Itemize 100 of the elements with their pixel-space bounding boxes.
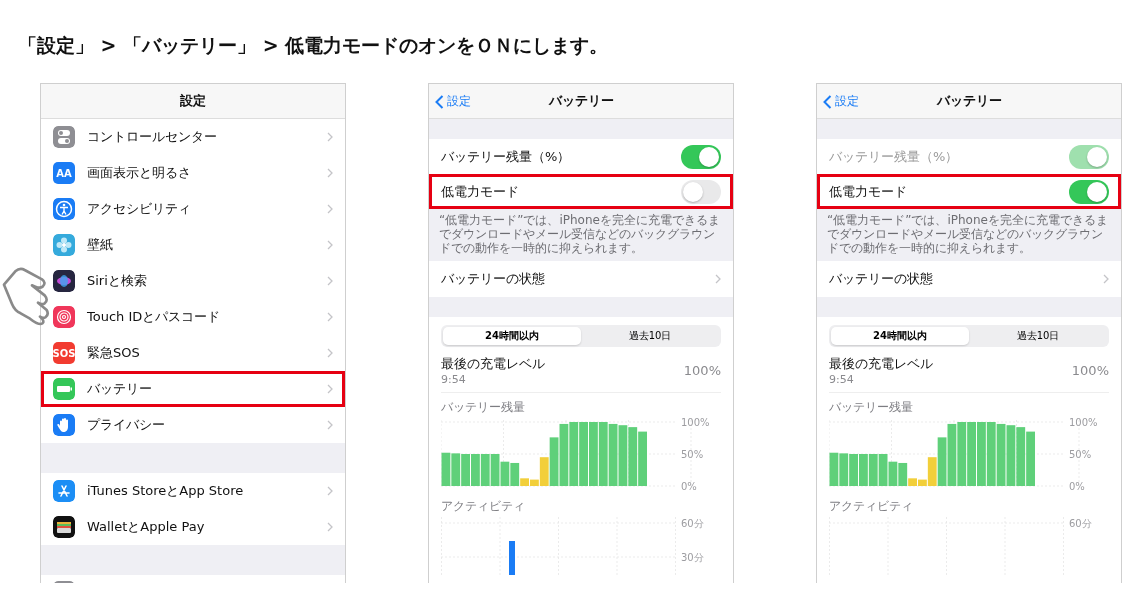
wallet-icon <box>53 516 75 538</box>
chart-bar <box>628 427 638 486</box>
chart-bar <box>878 454 888 486</box>
hand-icon <box>53 414 75 436</box>
settings-row[interactable]: アクセシビリティ <box>41 191 345 227</box>
chevron-icon <box>327 348 333 358</box>
instruction-heading: 「設定」 > 「バッテリー」 > 低電力モードのオンをＯＮにします。 <box>17 33 610 58</box>
back-chevron-icon <box>435 94 444 109</box>
chart-bar <box>1006 425 1016 486</box>
chart-bar <box>608 423 618 486</box>
chart-bar <box>490 454 500 486</box>
screen-title: 設定 <box>180 92 206 110</box>
charge-time: 9:54 <box>829 373 855 386</box>
chart-bar <box>638 431 647 486</box>
settings-row[interactable]: 壁紙 <box>41 227 345 263</box>
chart-bar <box>859 454 868 486</box>
charge-time: 9:54 <box>441 373 467 386</box>
chart-title: アクティビティ <box>829 498 914 515</box>
tick-label: 60分 <box>1069 517 1092 530</box>
toggle-switch[interactable] <box>1069 179 1109 204</box>
back-chevron-icon <box>823 94 832 109</box>
chart-bar <box>1026 431 1035 486</box>
segment-tab[interactable]: 24時間以内 <box>443 327 581 345</box>
footnote-text: “低電力モード”では、iPhoneを完全に充電できるまでダウンロードやメール受信などのバックグラウンドでの動作を一時的に抑えられます。 <box>826 212 1109 257</box>
chart-bar <box>957 422 967 486</box>
toggle-switch[interactable] <box>681 144 721 169</box>
settings-row[interactable]: iTunes StoreとApp Store <box>41 473 345 509</box>
chart-bar <box>849 454 858 486</box>
chart-bar <box>579 422 588 486</box>
footnote-text: “低電力モード”では、iPhoneを完全に充電できるまでダウンロードやメール受信などのバックグラウンドでの動作を一時的に抑えられます。 <box>438 212 721 257</box>
setting-label: 低電力モード <box>829 182 907 201</box>
settings-row[interactable]: AA 画面表示と明るさ <box>41 155 345 191</box>
settings-row[interactable]: プライバシー <box>41 407 345 443</box>
tick-label: 60分 <box>681 517 704 530</box>
chart-bar <box>868 454 878 486</box>
flower-icon <box>53 234 75 256</box>
chevron-icon <box>1103 274 1109 284</box>
segment-tab[interactable]: 過去10日 <box>581 327 719 345</box>
chart-bar <box>986 422 996 486</box>
chevron-icon <box>327 132 333 142</box>
siri-icon <box>53 270 75 292</box>
settings-row[interactable]: Touch IDとパスコード <box>41 299 345 335</box>
accessibility-icon <box>53 198 75 220</box>
chart-bar <box>441 452 451 486</box>
chart-bar <box>839 453 849 486</box>
chart-bar <box>977 422 986 486</box>
chevron-icon <box>327 522 333 532</box>
settings-row[interactable]: WalletとApple Pay <box>41 509 345 545</box>
screen-title: バッテリー <box>548 92 614 110</box>
settings-row[interactable]: バッテリー <box>41 371 345 407</box>
battery-health-row[interactable]: バッテリーの状態 <box>817 261 1121 297</box>
settings-row[interactable]: Siriと検索 <box>41 263 345 299</box>
back-button[interactable]: 設定 <box>435 93 471 110</box>
app-icon: AA <box>53 162 75 184</box>
chevron-icon <box>327 486 333 496</box>
chart-bar <box>996 423 1006 486</box>
setting-label: 低電力モード <box>441 182 519 201</box>
chart-title: アクティビティ <box>441 498 526 515</box>
battery-health-row[interactable]: バッテリーの状態 <box>429 261 733 297</box>
toggle-switch[interactable] <box>681 179 721 204</box>
tick-label: 0% <box>1069 481 1085 492</box>
chart-bar <box>451 453 461 486</box>
fingerprint-icon <box>53 306 75 328</box>
chevron-icon <box>327 420 333 430</box>
chevron-icon <box>327 312 333 322</box>
chart-bar <box>1016 427 1026 486</box>
chart-bar <box>618 425 628 486</box>
chevron-icon <box>327 384 333 394</box>
tick-label: 30分 <box>681 551 704 564</box>
chart-bar <box>829 452 839 486</box>
tick-label: 50% <box>681 449 704 460</box>
control-center-icon <box>53 126 75 148</box>
settings-row[interactable]: コントロールセンター <box>41 119 345 155</box>
chevron-icon <box>327 276 333 286</box>
battery-icon <box>53 378 75 400</box>
chevron-icon <box>715 274 721 284</box>
chevron-icon <box>327 240 333 250</box>
chevron-icon <box>327 168 333 178</box>
chevron-icon <box>327 204 333 214</box>
chart-bar <box>947 423 957 486</box>
segment-tab[interactable]: 24時間以内 <box>831 327 969 345</box>
back-button[interactable]: 設定 <box>823 93 859 110</box>
screen-title: バッテリー <box>936 92 1002 110</box>
chart-bar <box>569 422 579 486</box>
chart-bar <box>461 454 470 486</box>
charge-level-value: 100% <box>1071 363 1109 378</box>
segment-tab[interactable]: 過去10日 <box>969 327 1107 345</box>
charge-level-value: 100% <box>683 363 721 378</box>
last-charge-label: 最後の充電レベル <box>829 355 933 373</box>
chart-bar <box>598 422 608 486</box>
chart-title: バッテリー残量 <box>829 399 914 416</box>
tick-label: 0% <box>681 481 697 492</box>
chart-bar <box>888 461 898 486</box>
setting-label: バッテリー残量（%） <box>829 147 959 166</box>
chart-bar <box>500 461 510 486</box>
settings-row[interactable]: SOS 緊急SOS <box>41 335 345 371</box>
chart-bar <box>471 454 480 486</box>
tick-label: 50% <box>1069 449 1092 460</box>
chart-bar <box>559 423 569 486</box>
chart-bar <box>589 422 598 486</box>
